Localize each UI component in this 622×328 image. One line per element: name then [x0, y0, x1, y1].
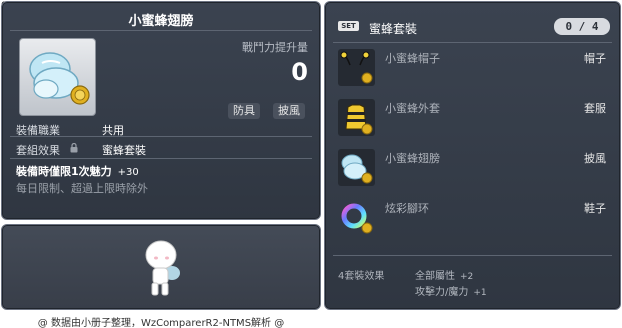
equip-bonus-value: +30: [117, 167, 139, 178]
set-effect-line: 全部屬性 +2: [415, 267, 473, 282]
set-item-name: 小蜜蜂翅膀: [385, 152, 440, 165]
character-preview-panel: [1, 224, 321, 310]
job-label: 裝備職業: [16, 124, 60, 137]
set-item-icon-frame: [338, 99, 375, 136]
divider: [10, 30, 312, 31]
equip-bonus-label: 裝備時僅限1次魅力: [16, 165, 112, 178]
divider: [333, 255, 612, 256]
divider: [10, 158, 312, 159]
bee-hat-icon: [340, 51, 373, 84]
set-item-slot: 披風: [584, 152, 606, 165]
set-item-name: 炫彩腳环: [385, 202, 429, 215]
rainbow-ring-icon: [341, 203, 373, 234]
limit-note: 每日限制、超過上限時除外: [16, 182, 148, 195]
category-chip-cape: 披風: [273, 103, 305, 119]
set-effect-text: 攻擊力/魔力: [415, 287, 469, 298]
bee-coat-icon: [345, 104, 373, 135]
set-count-badge: 0 / 4: [554, 18, 610, 35]
set-effect-label: 套組效果: [16, 144, 60, 157]
set-item-slot: 套服: [584, 102, 606, 115]
set-effect-line: 攻擊力/魔力 +1: [415, 283, 487, 298]
job-value: 共用: [102, 124, 124, 137]
combat-power-label: 戰鬥力提升量: [242, 41, 308, 54]
set-effect-text: 全部屬性: [415, 271, 455, 282]
bee-wings-icon: [29, 52, 90, 105]
set-item-slot: 鞋子: [584, 202, 606, 215]
category-chip-armor: 防具: [228, 103, 260, 119]
set-info-panel: SET 蜜蜂套裝 0 / 4 小蜜蜂帽子 帽子 小蜜蜂外套 套服 小蜜蜂翅膀 披…: [324, 1, 621, 310]
set-item-slot: 帽子: [584, 52, 606, 65]
set-badge: SET: [338, 21, 359, 31]
bee-wings-icon: [341, 154, 373, 184]
footer-credit: @ 数据由小册子整理，WzComparerR2-NTMS解析 @: [37, 318, 285, 328]
set-item-icon-frame: [338, 49, 375, 86]
set-item-icon-frame: [338, 199, 375, 236]
lock-icon: [70, 143, 78, 153]
item-icon-frame: [19, 38, 96, 116]
set-effect-value: 蜜蜂套裝: [102, 144, 146, 157]
set-effect-tier-label: 4套裝效果: [338, 271, 385, 282]
set-item-name: 小蜜蜂外套: [385, 102, 440, 115]
set-name: 蜜蜂套裝: [369, 22, 418, 36]
divider: [333, 42, 612, 43]
set-item-icon-frame: [338, 149, 375, 186]
equip-bonus: 裝備時僅限1次魅力 +30: [16, 163, 139, 179]
set-effect-value: +2: [460, 272, 474, 282]
set-effect-value: +1: [473, 288, 487, 298]
item-tooltip-panel: 小蜜蜂翅膀 戰鬥力提升量 0 防具 披風 裝備職業 共用 套組效果 蜜蜂套裝 裝…: [1, 1, 321, 220]
item-name: 小蜜蜂翅膀: [128, 14, 194, 29]
character-avatar: [145, 240, 180, 296]
set-item-name: 小蜜蜂帽子: [385, 52, 440, 65]
combat-power-value: 0: [291, 58, 308, 86]
